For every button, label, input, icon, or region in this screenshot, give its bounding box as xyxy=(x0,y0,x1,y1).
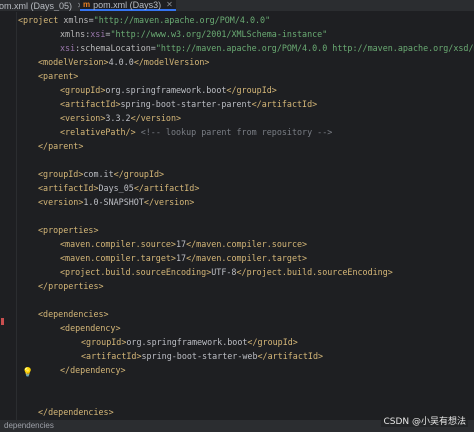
code-line: <project.build.sourceEncoding>UTF-8</pro… xyxy=(60,267,393,277)
code-line: <dependencies> xyxy=(38,309,109,319)
code-editor[interactable]: <project xmlns="http://maven.apache.org/… xyxy=(17,12,474,420)
lightbulb-icon[interactable]: 💡 xyxy=(22,368,33,378)
tab-pom-days05[interactable]: om.xml (Days_05) ✕ xyxy=(0,0,87,11)
code-line: xmlns:xsi="http://www.w3.org/2001/XMLSch… xyxy=(60,29,328,39)
tab-label: om.xml (Days_05) xyxy=(0,0,73,11)
code-line: <modelVersion>4.0.0</modelVersion> xyxy=(38,57,210,67)
code-line: </parent> xyxy=(38,141,84,151)
code-line: <artifactId>spring-boot-starter-web</art… xyxy=(81,351,324,361)
editor-gutter[interactable] xyxy=(0,12,16,420)
code-line: </dependency> xyxy=(60,365,126,375)
breadcrumb[interactable]: dependencies xyxy=(4,421,54,430)
code-line: <version>1.0-SNAPSHOT</version> xyxy=(38,197,195,207)
code-line: <version>3.3.2</version> xyxy=(60,113,182,123)
maven-m-icon: m xyxy=(83,0,91,9)
code-line: <maven.compiler.target>17</maven.compile… xyxy=(60,253,308,263)
code-line: <relativePath/> <!-- lookup parent from … xyxy=(60,127,333,137)
tab-label: pom.xml (Days3) xyxy=(93,0,162,10)
code-line: <artifactId>spring-boot-starter-parent</… xyxy=(60,99,318,109)
code-line: <groupId>com.it</groupId> xyxy=(38,169,165,179)
code-line: </properties> xyxy=(38,281,104,291)
tab-pom-days3[interactable]: m pom.xml (Days3) ✕ xyxy=(80,0,176,11)
code-line: <artifactId>Days_05</artifactId> xyxy=(38,183,200,193)
code-line: <project xmlns="http://maven.apache.org/… xyxy=(18,15,271,25)
code-line: <maven.compiler.source>17</maven.compile… xyxy=(60,239,308,249)
code-line: </dependencies> xyxy=(38,407,114,417)
code-line: xsi:schemaLocation="http://maven.apache.… xyxy=(60,43,474,53)
code-line: <parent> xyxy=(38,71,79,81)
code-line: <groupId>org.springframework.boot</group… xyxy=(60,85,277,95)
code-line: <dependency> xyxy=(60,323,121,333)
code-line: <groupId>org.springframework.boot</group… xyxy=(81,337,298,347)
code-line: <properties> xyxy=(38,225,99,235)
error-marker-icon[interactable] xyxy=(1,318,4,325)
close-icon[interactable]: ✕ xyxy=(166,0,173,9)
editor-tab-bar: om.xml (Days_05) ✕ m pom.xml (Days3) ✕ xyxy=(0,0,474,12)
csdn-watermark: CSDN @小吴有想法 xyxy=(381,414,468,427)
